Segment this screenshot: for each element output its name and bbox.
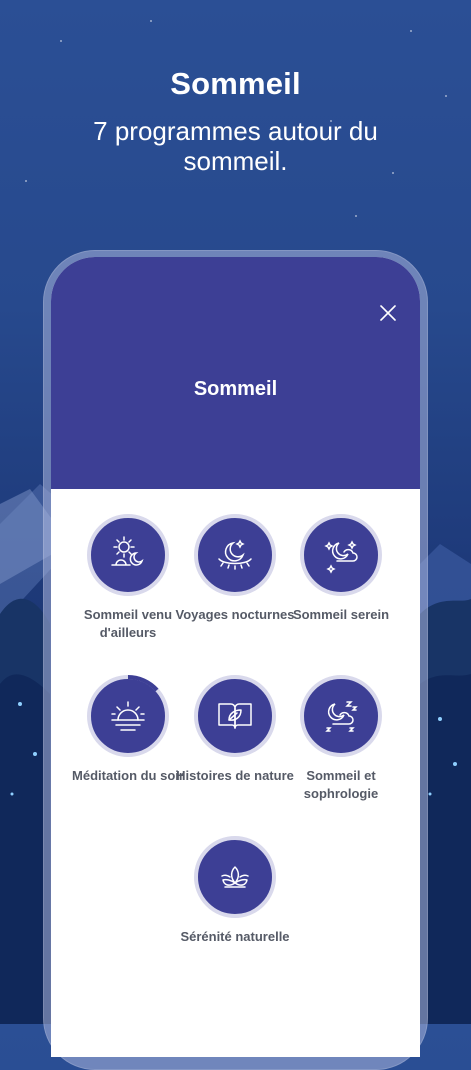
phone-screen: Sommeil Sommeil venu d'ailleurs Voyages … bbox=[51, 257, 420, 1057]
program-label: Sommeil et sophrologie bbox=[303, 768, 379, 801]
program-item[interactable]: Histoires de nature bbox=[175, 675, 295, 785]
lotus-icon bbox=[221, 866, 249, 888]
program-label: Voyages nocturnes bbox=[175, 607, 295, 622]
program-item[interactable]: Sérénité naturelle bbox=[175, 836, 295, 946]
program-label: Sommeil serein bbox=[292, 607, 390, 622]
close-button[interactable] bbox=[378, 303, 398, 323]
program-label: Méditation du soir bbox=[72, 768, 184, 783]
progress-ring bbox=[127, 675, 159, 692]
program-label: Histoires de nature bbox=[176, 768, 294, 783]
sun-moon-icon bbox=[111, 536, 144, 566]
hero-title: Sommeil bbox=[170, 66, 301, 101]
program-label: Sérénité naturelle bbox=[180, 929, 290, 944]
hero-subtitle: 7 programmes autour du sommeil. bbox=[93, 116, 378, 176]
moon-cloud-zzz-icon bbox=[325, 701, 358, 732]
program-label: Sommeil venu d'ailleurs bbox=[83, 607, 173, 640]
screen-title: Sommeil bbox=[193, 378, 278, 400]
program-item[interactable]: Sommeil venu d'ailleurs bbox=[68, 514, 188, 642]
program-item[interactable]: Voyages nocturnes bbox=[175, 514, 295, 624]
close-icon bbox=[380, 305, 396, 321]
screen-header: Sommeil bbox=[51, 257, 420, 489]
program-item[interactable]: Méditation du soir bbox=[68, 675, 188, 785]
open-book-leaf-icon bbox=[218, 703, 252, 729]
moon-eye-icon bbox=[218, 539, 252, 570]
program-item[interactable]: Sommeil et sophrologie bbox=[281, 675, 401, 803]
program-item[interactable]: Sommeil serein bbox=[281, 514, 401, 624]
moon-cloud-stars-icon bbox=[324, 540, 358, 574]
